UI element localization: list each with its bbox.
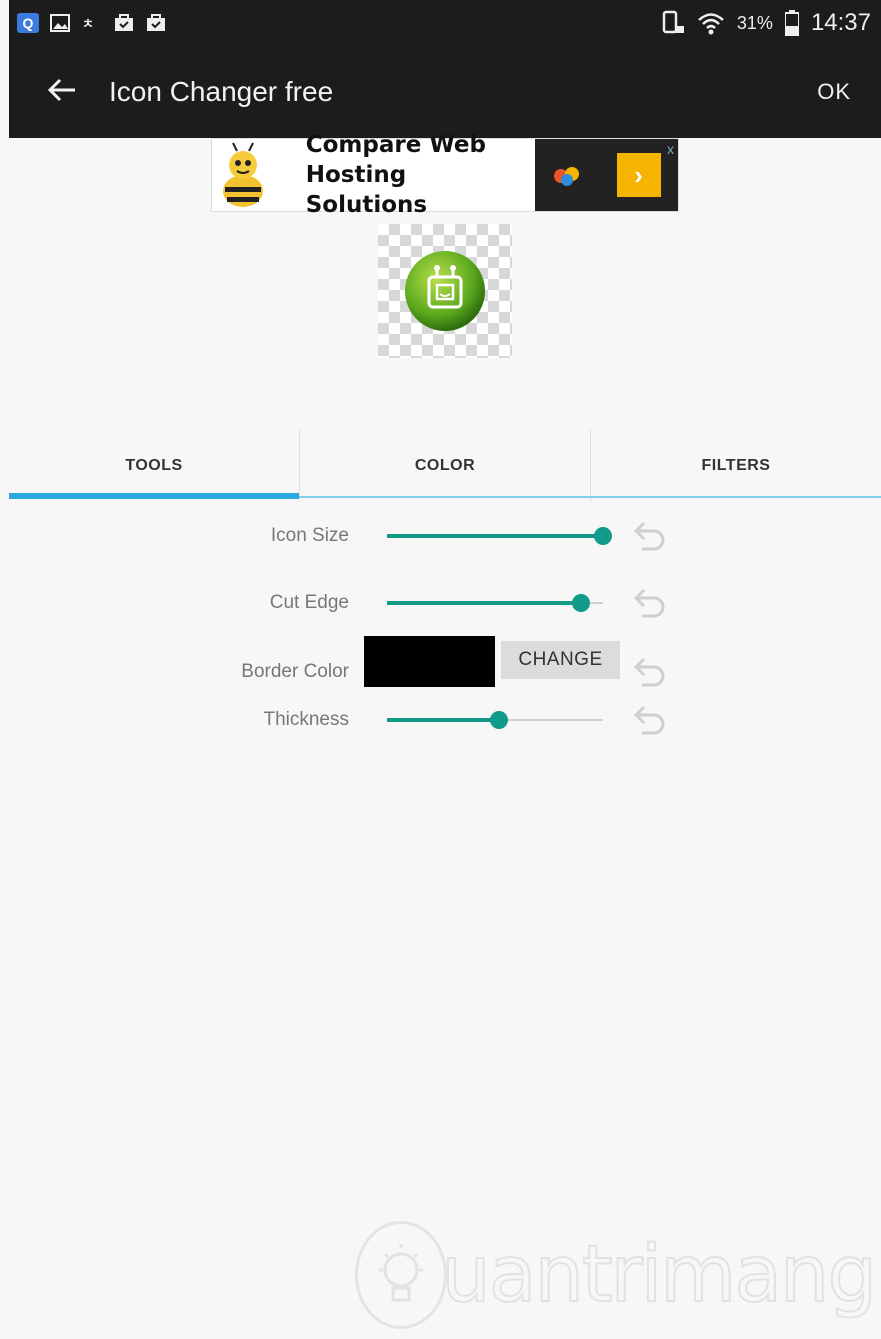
battery-icon <box>784 10 799 36</box>
reset-border-color-icon[interactable] <box>632 655 668 689</box>
tab-color[interactable]: COLOR <box>299 430 590 502</box>
app-bar: Icon Changer free OK <box>9 46 881 138</box>
ad-text: Compare Web Hosting Solutions <box>306 130 535 220</box>
slider-thumb[interactable] <box>594 527 612 545</box>
status-bar: Q ㅊ 31% 14:37 <box>9 0 881 46</box>
cut-edge-row: Cut Edge <box>0 583 881 623</box>
border-color-swatch[interactable] <box>364 636 495 687</box>
clock: 14:37 <box>810 9 871 36</box>
icon-size-row: Icon Size <box>0 516 881 556</box>
tab-filters[interactable]: FILTERS <box>590 430 881 502</box>
change-color-button[interactable]: CHANGE <box>501 641 620 679</box>
thickness-row: Thickness <box>0 700 881 740</box>
tab-bar: TOOLS COLOR FILTERS <box>9 430 881 502</box>
bag-icon <box>145 13 167 33</box>
icon-size-label: Icon Size <box>270 525 349 546</box>
bag-icon <box>113 13 135 33</box>
ad-close-icon[interactable]: x <box>667 141 674 157</box>
app-icon-preview <box>405 251 485 331</box>
thickness-label: Thickness <box>263 709 349 730</box>
ad-action-area[interactable]: › x <box>534 139 678 211</box>
reset-icon-size-icon[interactable] <box>632 519 668 553</box>
ad-line-1: Compare Web <box>305 132 486 158</box>
wifi-icon <box>698 13 724 35</box>
icon-size-slider[interactable] <box>387 516 612 556</box>
app-title: Icon Changer free <box>109 76 334 107</box>
icon-preview <box>378 224 512 358</box>
ad-arrow-button[interactable]: › <box>616 153 661 197</box>
slider-fill <box>387 601 581 605</box>
cut-edge-slider[interactable] <box>387 583 603 623</box>
slider-fill <box>387 534 603 538</box>
back-arrow-icon[interactable] <box>47 74 87 111</box>
ad-logo-icon <box>553 167 579 186</box>
reset-cut-edge-icon[interactable] <box>632 586 668 620</box>
ad-line-2: Hosting Solutions <box>305 162 428 218</box>
battery-percent: 31% <box>736 12 773 33</box>
ad-banner[interactable]: Compare Web Hosting Solutions › x <box>212 132 678 218</box>
bee-mascot-icon <box>212 139 274 211</box>
border-color-row: Border Color CHANGE <box>0 636 881 692</box>
slider-fill <box>387 718 499 722</box>
search-app-icon: Q <box>17 13 39 33</box>
tab-active-indicator <box>9 493 299 499</box>
tab-tools[interactable]: TOOLS <box>9 430 299 502</box>
slider-thumb[interactable] <box>490 711 508 729</box>
watermark-text: uantrimang <box>440 1229 878 1321</box>
slider-thumb[interactable] <box>572 594 590 612</box>
rotation-icon <box>662 10 684 34</box>
border-color-label: Border Color <box>241 661 349 682</box>
reset-thickness-icon[interactable] <box>632 703 668 737</box>
thickness-slider[interactable] <box>387 700 603 740</box>
cut-edge-label: Cut Edge <box>269 592 349 613</box>
notification-icons: Q ㅊ <box>17 13 167 33</box>
svg-text:ㅊ: ㅊ <box>82 17 94 32</box>
ok-button[interactable]: OK <box>817 79 851 105</box>
watermark: uantrimang <box>355 1215 878 1335</box>
lightbulb-icon <box>355 1221 448 1329</box>
translate-icon: ㅊ <box>81 13 103 33</box>
image-icon <box>49 13 71 33</box>
